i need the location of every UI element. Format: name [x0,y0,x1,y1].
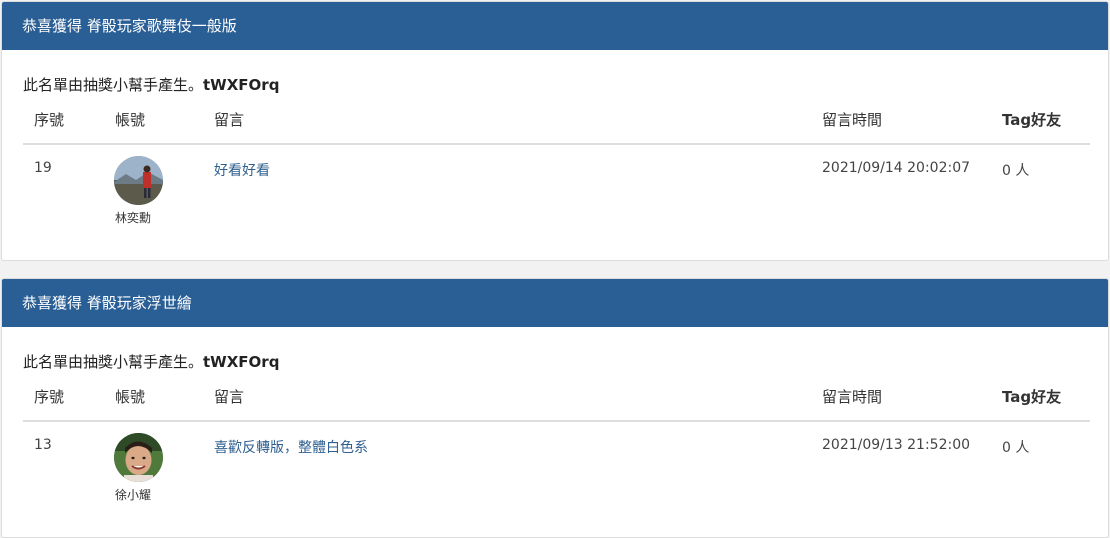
comment-link[interactable]: 喜歡反轉版，整體白色系 [214,437,368,457]
generator-code: tWXFOrq [203,353,280,371]
account-name[interactable]: 徐小耀 [115,486,151,503]
winner-card: 恭喜獲得 脊骰玩家歌舞伎一般版 此名單由抽獎小幫手產生。tWXFOrq 序號 帳… [1,1,1109,261]
column-header-tag-friends: Tag好友 [1002,111,1062,129]
column-header-message: 留言 [214,388,245,406]
column-header-time: 留言時間 [822,111,883,129]
card-body: 此名單由抽獎小幫手產生。tWXFOrq 序號 帳號 留言 留言時間 Tag好友 … [2,327,1108,537]
column-header-account: 帳號 [115,388,146,406]
column-header-tag-friends: Tag好友 [1002,388,1062,406]
account-name[interactable]: 林奕勳 [115,209,151,226]
card-title: 恭喜獲得 脊骰玩家浮世繪 [2,279,1108,327]
row-number: 19 [34,160,52,176]
avatar[interactable] [114,156,163,205]
column-header-message: 留言 [214,111,245,129]
column-header-time: 留言時間 [822,388,883,406]
row-number: 13 [34,437,52,453]
column-header-number: 序號 [34,111,65,129]
tag-count: 0 人 [1002,163,1030,179]
generator-text: 此名單由抽獎小幫手產生。 [23,76,204,94]
comment-time: 2021/09/14 20:02:07 [822,160,971,176]
table-header-divider [23,420,1090,422]
generator-code: tWXFOrq [203,76,280,94]
card-body: 此名單由抽獎小幫手產生。tWXFOrq 序號 帳號 留言 留言時間 Tag好友 … [2,50,1108,260]
avatar[interactable] [114,433,163,482]
generator-note: 此名單由抽獎小幫手產生。tWXFOrq [23,351,279,372]
comment-link[interactable]: 好看好看 [214,160,270,180]
tag-count: 0 人 [1002,440,1030,456]
column-header-number: 序號 [34,388,65,406]
card-title: 恭喜獲得 脊骰玩家歌舞伎一般版 [2,2,1108,50]
column-header-account: 帳號 [115,111,146,129]
generator-note: 此名單由抽獎小幫手產生。tWXFOrq [23,74,279,95]
comment-time: 2021/09/13 21:52:00 [822,437,971,453]
generator-text: 此名單由抽獎小幫手產生。 [23,353,204,371]
winner-card: 恭喜獲得 脊骰玩家浮世繪 此名單由抽獎小幫手產生。tWXFOrq 序號 帳號 留… [1,278,1109,538]
table-header-divider [23,143,1090,145]
